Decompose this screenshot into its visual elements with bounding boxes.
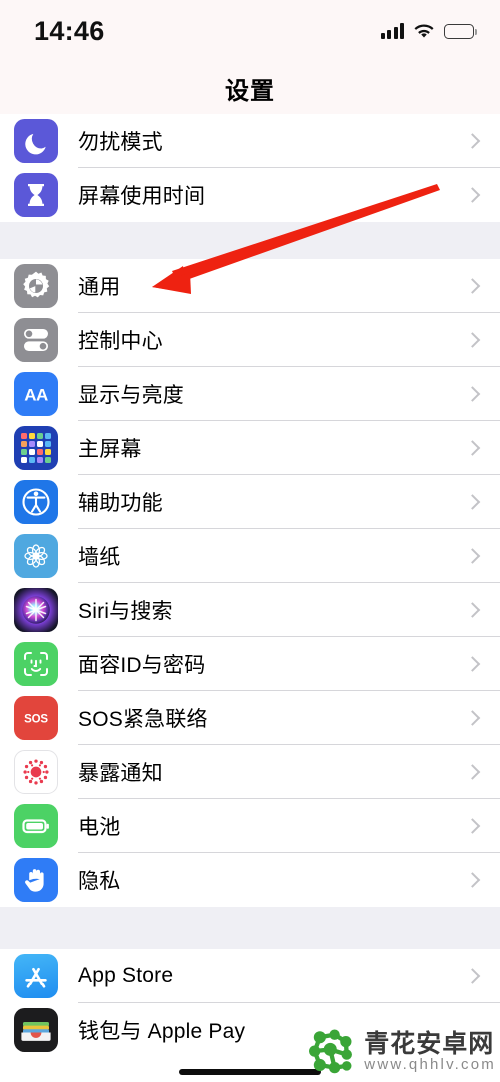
hourglass-icon	[14, 173, 58, 217]
settings-row-label: 暴露通知	[78, 762, 163, 785]
settings-row-face-id[interactable]: 面容ID与密码	[0, 637, 500, 691]
app-grid-icon	[14, 426, 58, 470]
settings-row-label: 墙纸	[78, 546, 121, 569]
settings-row-label: 显示与亮度	[78, 384, 184, 407]
battery-icon	[14, 804, 58, 848]
hand-icon	[14, 858, 58, 902]
chevron-right-icon	[464, 548, 481, 564]
settings-row-label: 钱包与 Apple Pay	[78, 1020, 246, 1043]
flower-icon	[14, 534, 58, 578]
chevron-right-icon	[464, 818, 481, 834]
chevron-right-icon	[464, 440, 481, 456]
siri-orb-icon	[14, 588, 58, 632]
moon-icon	[14, 119, 58, 163]
cellular-signal-icon	[380, 23, 404, 39]
settings-row-aa-text[interactable]: AA 显示与亮度	[0, 367, 500, 421]
settings-row-label: 勿扰模式	[78, 131, 163, 154]
settings-row-sos[interactable]: SOS SOS紧急联络	[0, 691, 500, 745]
chevron-right-icon	[464, 968, 481, 984]
page-title: 设置	[225, 77, 275, 105]
chevron-right-icon	[464, 187, 481, 203]
chevron-right-icon	[464, 656, 481, 672]
aa-text-icon: AA	[14, 372, 58, 416]
settings-row-exposure-notification[interactable]: 暴露通知	[0, 745, 500, 799]
settings-row-label: App Store	[78, 964, 174, 987]
app-store-icon	[14, 954, 58, 998]
settings-row-label: 控制中心	[78, 330, 163, 353]
gear-icon	[14, 264, 58, 308]
sos-icon: SOS	[14, 696, 58, 740]
face-id-icon	[14, 642, 58, 686]
chevron-right-icon	[464, 872, 481, 888]
settings-row-hourglass[interactable]: 屏幕使用时间	[0, 168, 500, 222]
wallet-icon	[14, 1008, 58, 1052]
settings-row-sliders[interactable]: 控制中心	[0, 313, 500, 367]
settings-row-label: 屏幕使用时间	[78, 185, 206, 208]
svg-text:AA: AA	[24, 386, 48, 405]
chevron-right-icon	[464, 764, 481, 780]
iphone-settings-screen: 14:46 设置 勿扰模式屏幕使用时间 通用控制中心 AA 显示与亮度主屏幕辅助功能墙…	[0, 0, 500, 1082]
settings-row-accessibility-person[interactable]: 辅助功能	[0, 475, 500, 529]
exposure-notification-icon	[14, 750, 58, 794]
settings-row-app-grid[interactable]: 主屏幕	[0, 421, 500, 475]
settings-row-label: 辅助功能	[78, 492, 163, 515]
site-watermark: 青花安卓网 www.qhhlv.com	[306, 1026, 496, 1078]
list-section-gap	[0, 222, 500, 259]
settings-row-label: 主屏幕	[78, 438, 142, 461]
settings-row-label: 电池	[78, 816, 121, 839]
battery-icon	[444, 23, 477, 39]
settings-row-label: Siri与搜索	[78, 600, 173, 623]
settings-row-app-store[interactable]: App Store	[0, 949, 500, 1003]
settings-row-label: 隐私	[78, 870, 121, 893]
svg-text:SOS: SOS	[24, 714, 48, 726]
settings-row-gear[interactable]: 通用	[0, 259, 500, 313]
settings-row-label: 面容ID与密码	[78, 654, 206, 677]
list-section-gap	[0, 907, 500, 949]
chevron-right-icon	[464, 602, 481, 618]
system-group: 通用 控制中心 AA 显示与亮度 主屏幕 辅助功能 墙纸 Siri与搜索 面容ID与密码 SOS S…	[0, 259, 500, 907]
molecule-logo-icon	[309, 1029, 353, 1074]
navigation-bar: 设置	[0, 62, 500, 114]
watermark-url: www.qhhlv.com	[364, 1056, 496, 1074]
wifi-icon	[414, 24, 434, 38]
chevron-right-icon	[464, 332, 481, 348]
chevron-right-icon	[464, 278, 481, 294]
settings-row-moon[interactable]: 勿扰模式	[0, 114, 500, 168]
chevron-right-icon	[464, 386, 481, 402]
settings-row-label: 通用	[78, 276, 121, 299]
settings-row-hand[interactable]: 隐私	[0, 853, 500, 907]
chevron-right-icon	[464, 710, 481, 726]
accessibility-person-icon	[14, 480, 58, 524]
notifications-group: 勿扰模式屏幕使用时间	[0, 114, 500, 222]
sliders-icon	[14, 318, 58, 362]
status-bar-indicators	[380, 23, 477, 39]
watermark-title: 青花安卓网	[364, 1030, 495, 1058]
chevron-right-icon	[464, 133, 481, 149]
home-indicator[interactable]	[179, 1069, 321, 1075]
settings-row-battery[interactable]: 电池	[0, 799, 500, 853]
chevron-right-icon	[464, 494, 481, 510]
settings-list[interactable]: 勿扰模式屏幕使用时间 通用控制中心 AA 显示与亮度主屏幕辅助功能墙纸 Siri与搜索面…	[0, 114, 500, 1057]
settings-row-flower[interactable]: 墙纸	[0, 529, 500, 583]
status-bar: 14:46	[0, 0, 500, 62]
settings-row-siri-orb[interactable]: Siri与搜索	[0, 583, 500, 637]
status-bar-time: 14:46	[34, 15, 105, 46]
watermark-text: 青花安卓网 www.qhhlv.com	[364, 1031, 496, 1073]
settings-row-label: SOS紧急联络	[78, 708, 208, 731]
